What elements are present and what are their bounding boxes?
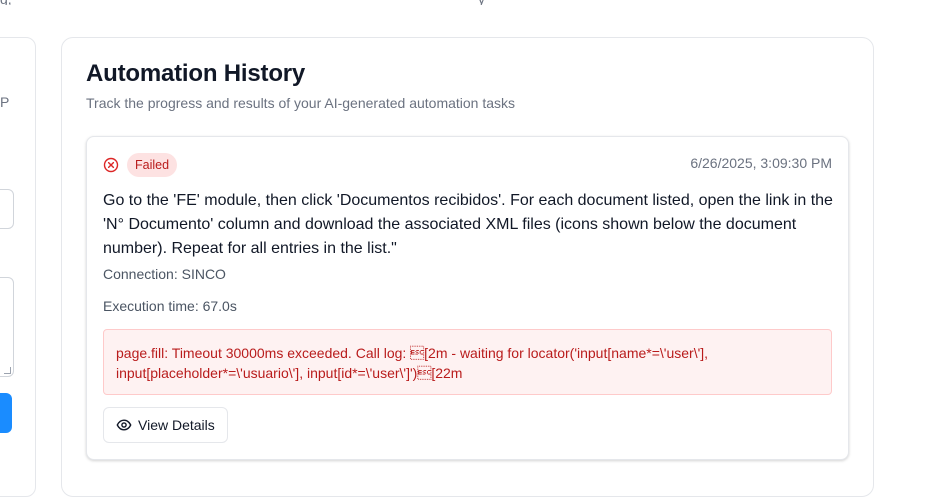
task-execution-time: Execution time: 67.0s	[103, 298, 237, 314]
top-right-text-fragment: y	[478, 0, 485, 5]
page-title: Automation History	[86, 60, 306, 87]
error-message: page.fill: Timeout 30000ms exceeded. Cal…	[116, 345, 712, 381]
x-circle-icon	[103, 157, 119, 173]
left-panel-input[interactable]	[0, 189, 14, 229]
view-details-label: View Details	[138, 417, 215, 433]
left-panel-text-fragment: P	[0, 94, 10, 110]
top-left-text-fragment: g,	[0, 0, 12, 5]
eye-icon	[116, 419, 132, 431]
top-cut-text-strip: g, y	[0, 0, 938, 5]
error-message-box: page.fill: Timeout 30000ms exceeded. Cal…	[103, 329, 832, 395]
task-item: Failed 6/26/2025, 3:09:30 PM Go to the '…	[86, 136, 849, 460]
automation-history-card: Automation History Track the progress an…	[61, 37, 874, 497]
status-badge: Failed	[127, 153, 178, 177]
task-timestamp: 6/26/2025, 3:09:30 PM	[690, 155, 832, 171]
task-prompt: Go to the 'FE' module, then click 'Docum…	[103, 192, 833, 257]
task-connection: Connection: SINCO	[103, 266, 226, 282]
left-panel-textarea[interactable]	[0, 277, 14, 377]
left-panel-card: P	[0, 37, 36, 497]
left-panel-primary-button[interactable]	[0, 393, 12, 433]
page-subtitle: Track the progress and results of your A…	[86, 95, 516, 111]
view-details-button[interactable]: View Details	[103, 407, 228, 443]
textarea-resize-handle[interactable]	[4, 367, 11, 374]
